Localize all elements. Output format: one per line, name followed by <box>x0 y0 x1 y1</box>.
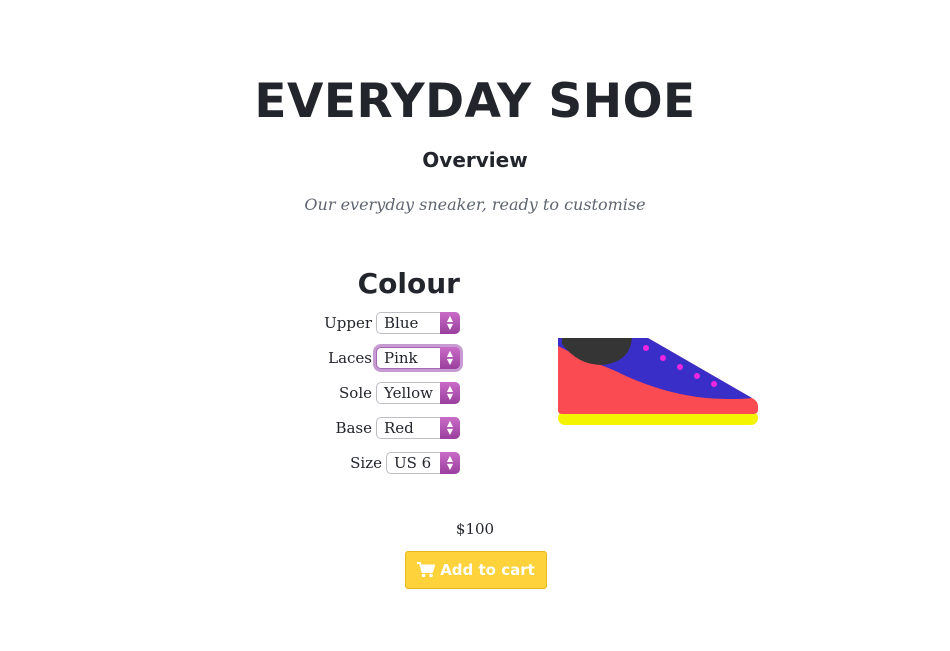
upper-label: Upper <box>324 314 372 332</box>
add-to-cart-label: Add to cart <box>440 561 535 579</box>
upper-select-value: Blue <box>384 314 419 332</box>
shoe-lace <box>660 355 666 361</box>
sole-select-value: Yellow <box>384 384 433 402</box>
select-arrows-icon: ▲ ▼ <box>440 417 460 439</box>
laces-option: Laces Pink ▲ ▼ <box>328 345 460 371</box>
shoe-lace <box>677 364 683 370</box>
add-to-cart-button[interactable]: Add to cart <box>405 551 547 589</box>
size-label: Size <box>350 454 382 472</box>
size-select-value: US 6 <box>394 454 432 472</box>
product-tagline: Our everyday sneaker, ready to customise <box>304 195 646 214</box>
select-arrows-icon: ▲ ▼ <box>440 452 460 474</box>
size-option: Size US 6 ▲ ▼ <box>350 450 460 476</box>
shoe-lace <box>643 345 649 351</box>
laces-select-value: Pink <box>384 349 418 367</box>
base-select[interactable]: Red ▲ ▼ <box>376 417 460 439</box>
overview-heading: Overview <box>422 148 528 172</box>
size-select[interactable]: US 6 ▲ ▼ <box>386 452 460 474</box>
sole-label: Sole <box>339 384 372 402</box>
upper-option: Upper Blue ▲ ▼ <box>324 310 460 336</box>
select-arrows-icon: ▲ ▼ <box>440 312 460 334</box>
sole-option: Sole Yellow ▲ ▼ <box>339 380 460 406</box>
base-option: Base Red ▲ ▼ <box>335 415 460 441</box>
cart-icon <box>417 562 436 578</box>
product-title: EVERYDAY SHOE <box>254 74 696 129</box>
colour-heading: Colour <box>357 267 460 300</box>
sole-select[interactable]: Yellow ▲ ▼ <box>376 382 460 404</box>
select-arrows-icon: ▲ ▼ <box>440 382 460 404</box>
shoe-lace <box>711 381 717 387</box>
select-arrows-icon: ▲ ▼ <box>440 347 460 369</box>
upper-select[interactable]: Blue ▲ ▼ <box>376 312 460 334</box>
shoe-lace <box>694 373 700 379</box>
base-label: Base <box>335 419 372 437</box>
laces-label: Laces <box>328 349 372 367</box>
price: $100 <box>455 520 495 538</box>
laces-select[interactable]: Pink ▲ ▼ <box>376 347 460 369</box>
base-select-value: Red <box>384 419 414 437</box>
shoe-preview <box>558 338 758 425</box>
